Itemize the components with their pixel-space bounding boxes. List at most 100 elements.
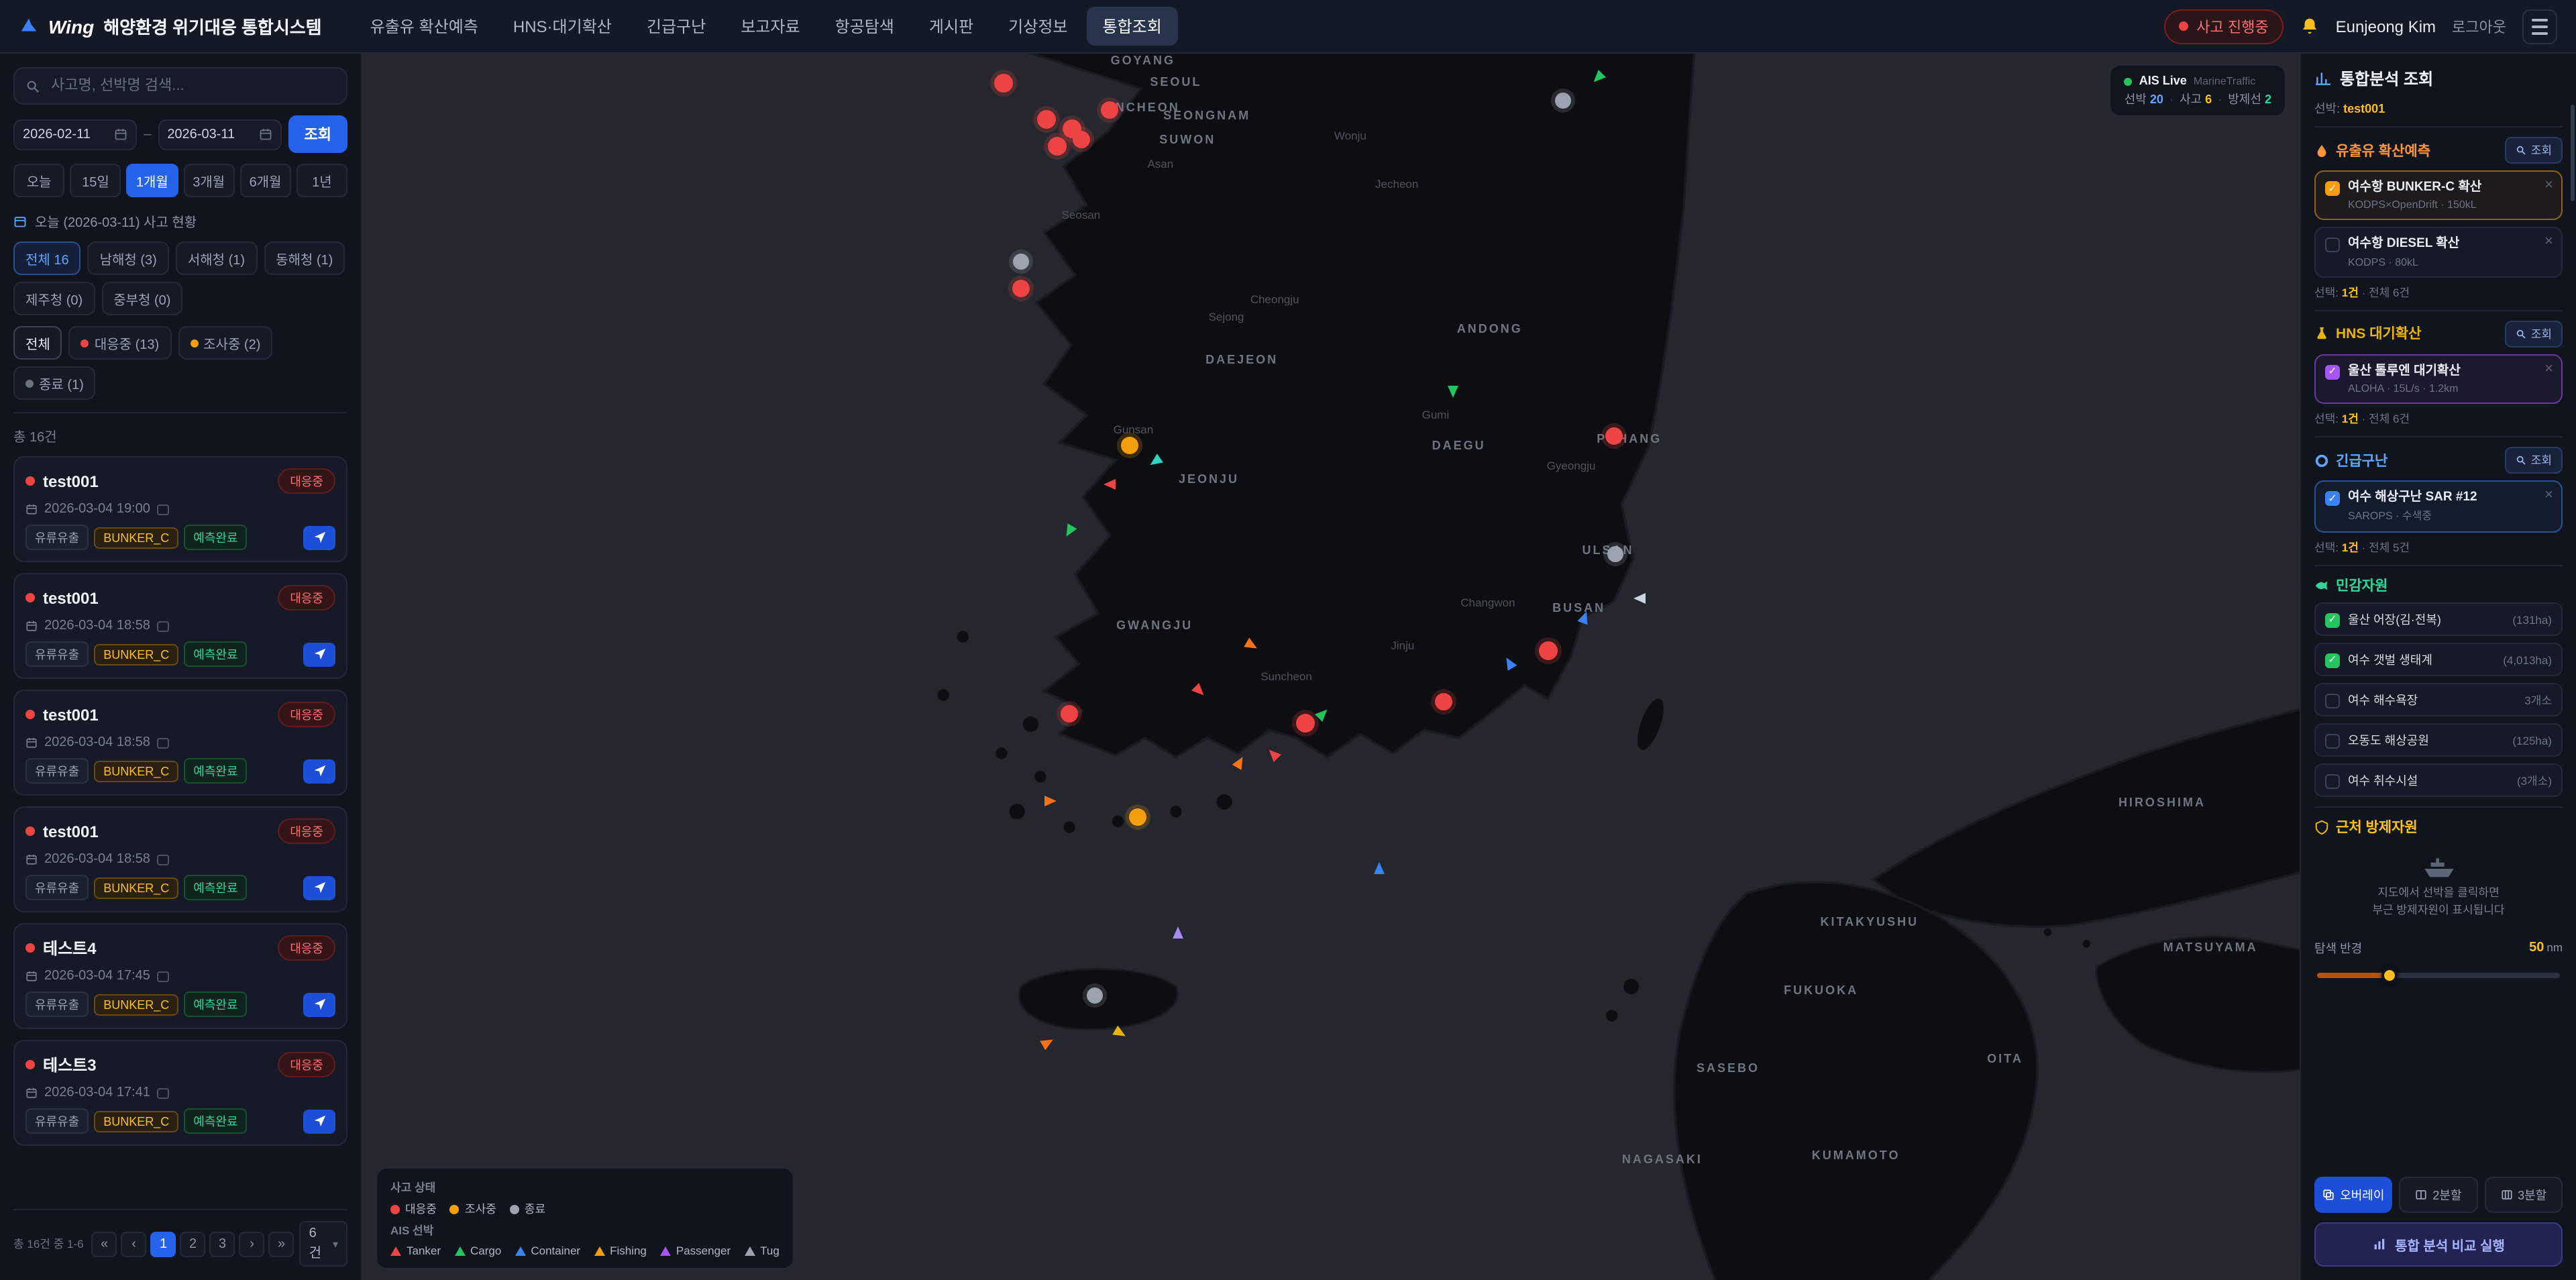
incident-marker[interactable] [1061, 704, 1078, 722]
search-input[interactable] [48, 76, 335, 95]
item-checkbox[interactable]: ✓ [2325, 364, 2340, 379]
date-query-button[interactable]: 조회 [288, 115, 348, 153]
status-filter-chip[interactable]: 전체 [13, 326, 62, 360]
incident-marker[interactable] [1608, 546, 1624, 562]
sar-query-button[interactable]: 조회 [2506, 447, 2563, 474]
map-locate-button[interactable] [303, 992, 335, 1016]
ship-marker[interactable] [1044, 795, 1056, 806]
menu-toggle-button[interactable] [2522, 9, 2557, 44]
date-from-input[interactable]: 2026-02-11 [13, 119, 137, 150]
scrollbar[interactable] [2571, 105, 2575, 201]
slider-knob[interactable] [2382, 967, 2398, 983]
close-icon[interactable]: × [2544, 177, 2553, 193]
item-checkbox[interactable] [2325, 734, 2340, 749]
region-filter-chip[interactable]: 중부청 (0) [101, 282, 182, 315]
item-checkbox[interactable]: ✓ [2325, 613, 2340, 628]
page-button[interactable]: 3 [210, 1231, 235, 1257]
map-locate-button[interactable] [303, 1109, 335, 1133]
map-canvas[interactable]: GOYANGSEOULINCHEONSEONGNAMSUWONWonjuAsan… [362, 54, 2300, 1280]
split-3-view-button[interactable]: 3분할 [2484, 1177, 2563, 1213]
map-locate-button[interactable] [303, 759, 335, 783]
analysis-item-card[interactable]: ✓울산 톨루엔 대기확산ALOHA · 15L/s · 1.2km× [2314, 354, 2563, 404]
item-checkbox[interactable]: ✓ [2325, 491, 2340, 506]
incident-marker[interactable] [1435, 692, 1452, 710]
item-checkbox[interactable] [2325, 238, 2340, 253]
quick-range-button[interactable]: 15일 [70, 164, 121, 197]
ship-marker[interactable] [1104, 479, 1116, 490]
page-button[interactable]: 1 [151, 1231, 176, 1257]
page-size-select[interactable]: 6건 ▾ [300, 1221, 347, 1267]
map-locate-button[interactable] [303, 875, 335, 900]
last-page-button[interactable]: » [269, 1231, 294, 1257]
sensitive-resource-row[interactable]: 여수 취수시설(3개소) [2314, 764, 2563, 798]
ship-marker[interactable] [1633, 593, 1645, 604]
incident-marker[interactable] [1538, 641, 1557, 660]
sensitive-resource-row[interactable]: ✓여수 갯벌 생태계(4,013ha) [2314, 643, 2563, 677]
nav-item[interactable]: 게시판 [913, 7, 989, 46]
incident-marker[interactable] [1036, 111, 1055, 129]
incident-card[interactable]: test001대응중2026-03-04 18:58유류유출BUNKER_C예측… [13, 806, 347, 912]
quick-range-button[interactable]: 1개월 [127, 164, 178, 197]
ship-marker[interactable] [1448, 386, 1458, 398]
incident-marker[interactable] [1012, 280, 1030, 298]
item-checkbox[interactable]: ✓ [2325, 181, 2340, 196]
incident-marker[interactable] [1102, 101, 1119, 119]
sensitive-resource-row[interactable]: 오동도 해상공원(125ha) [2314, 724, 2563, 757]
run-analysis-button[interactable]: 통합 분석 비교 실행 [2314, 1222, 2563, 1267]
nav-item[interactable]: HNS·대기확산 [497, 7, 628, 46]
close-icon[interactable]: × [2544, 234, 2553, 250]
region-filter-chip[interactable]: 제주청 (0) [13, 282, 95, 315]
incident-marker[interactable] [1556, 92, 1572, 108]
region-filter-chip[interactable]: 전체 16 [13, 242, 81, 275]
incident-card[interactable]: 테스트3대응중2026-03-04 17:41유류유출BUNKER_C예측완료 [13, 1040, 347, 1146]
close-icon[interactable]: × [2544, 487, 2553, 503]
incident-marker[interactable] [1128, 808, 1146, 825]
nav-item[interactable]: 기상정보 [992, 7, 1083, 46]
spill-query-button[interactable]: 조회 [2506, 137, 2563, 164]
item-checkbox[interactable]: ✓ [2325, 653, 2340, 668]
incident-card[interactable]: test001대응중2026-03-04 18:58유류유출BUNKER_C예측… [13, 573, 347, 679]
nav-item[interactable]: 보고자료 [724, 7, 816, 46]
incident-card[interactable]: 테스트4대응중2026-03-04 17:45유류유출BUNKER_C예측완료 [13, 923, 347, 1029]
status-filter-chip[interactable]: 대응중 (13) [69, 326, 171, 360]
incident-marker[interactable] [1087, 988, 1103, 1004]
item-checkbox[interactable] [2325, 774, 2340, 789]
split-2-view-button[interactable]: 2분할 [2400, 1177, 2478, 1213]
region-filter-chip[interactable]: 서해청 (1) [176, 242, 257, 275]
analysis-item-card[interactable]: 여수항 DIESEL 확산KODPS · 80kL× [2314, 227, 2563, 278]
radius-slider[interactable] [2317, 973, 2560, 978]
notifications-bell-icon[interactable] [2300, 16, 2320, 36]
incident-marker[interactable] [1296, 714, 1315, 733]
incident-marker[interactable] [1072, 131, 1089, 148]
incident-marker[interactable] [1121, 437, 1138, 455]
incident-card[interactable]: test001대응중2026-03-04 19:00유류유출BUNKER_C예측… [13, 456, 347, 562]
quick-range-button[interactable]: 3개월 [183, 164, 234, 197]
first-page-button[interactable]: « [92, 1231, 117, 1257]
quick-range-button[interactable]: 1년 [297, 164, 347, 197]
quick-range-button[interactable]: 오늘 [13, 164, 64, 197]
region-filter-chip[interactable]: 동해청 (1) [264, 242, 345, 275]
page-button[interactable]: 2 [180, 1231, 206, 1257]
ship-marker[interactable] [1173, 927, 1183, 939]
analysis-item-card[interactable]: ✓여수항 BUNKER-C 확산KODPS×OpenDrift · 150kL× [2314, 170, 2563, 221]
overlay-view-button[interactable]: 오버레이 [2314, 1177, 2393, 1213]
nav-item[interactable]: 통합조회 [1087, 7, 1178, 46]
nav-item[interactable]: 유출유 확산예측 [354, 7, 494, 46]
incident-marker[interactable] [1049, 136, 1067, 155]
map-locate-button[interactable] [303, 642, 335, 666]
ship-marker[interactable] [1374, 862, 1385, 874]
nav-item[interactable]: 항공탐색 [819, 7, 910, 46]
date-to-input[interactable]: 2026-03-11 [158, 119, 281, 150]
region-filter-chip[interactable]: 남해청 (3) [88, 242, 169, 275]
incident-marker[interactable] [994, 74, 1013, 93]
incident-marker[interactable] [1013, 254, 1029, 270]
incident-active-badge[interactable]: 사고 진행중 [2164, 9, 2283, 44]
sensitive-resource-row[interactable]: 여수 해수욕장3개소 [2314, 684, 2563, 717]
incident-marker[interactable] [1605, 427, 1623, 445]
map-locate-button[interactable] [303, 525, 335, 549]
quick-range-button[interactable]: 6개월 [239, 164, 290, 197]
hns-query-button[interactable]: 조회 [2506, 320, 2563, 347]
sensitive-resource-row[interactable]: ✓울산 어장(김·전복)(131ha) [2314, 603, 2563, 637]
nav-item[interactable]: 긴급구난 [631, 7, 722, 46]
status-filter-chip[interactable]: 조사중 (2) [178, 326, 272, 360]
